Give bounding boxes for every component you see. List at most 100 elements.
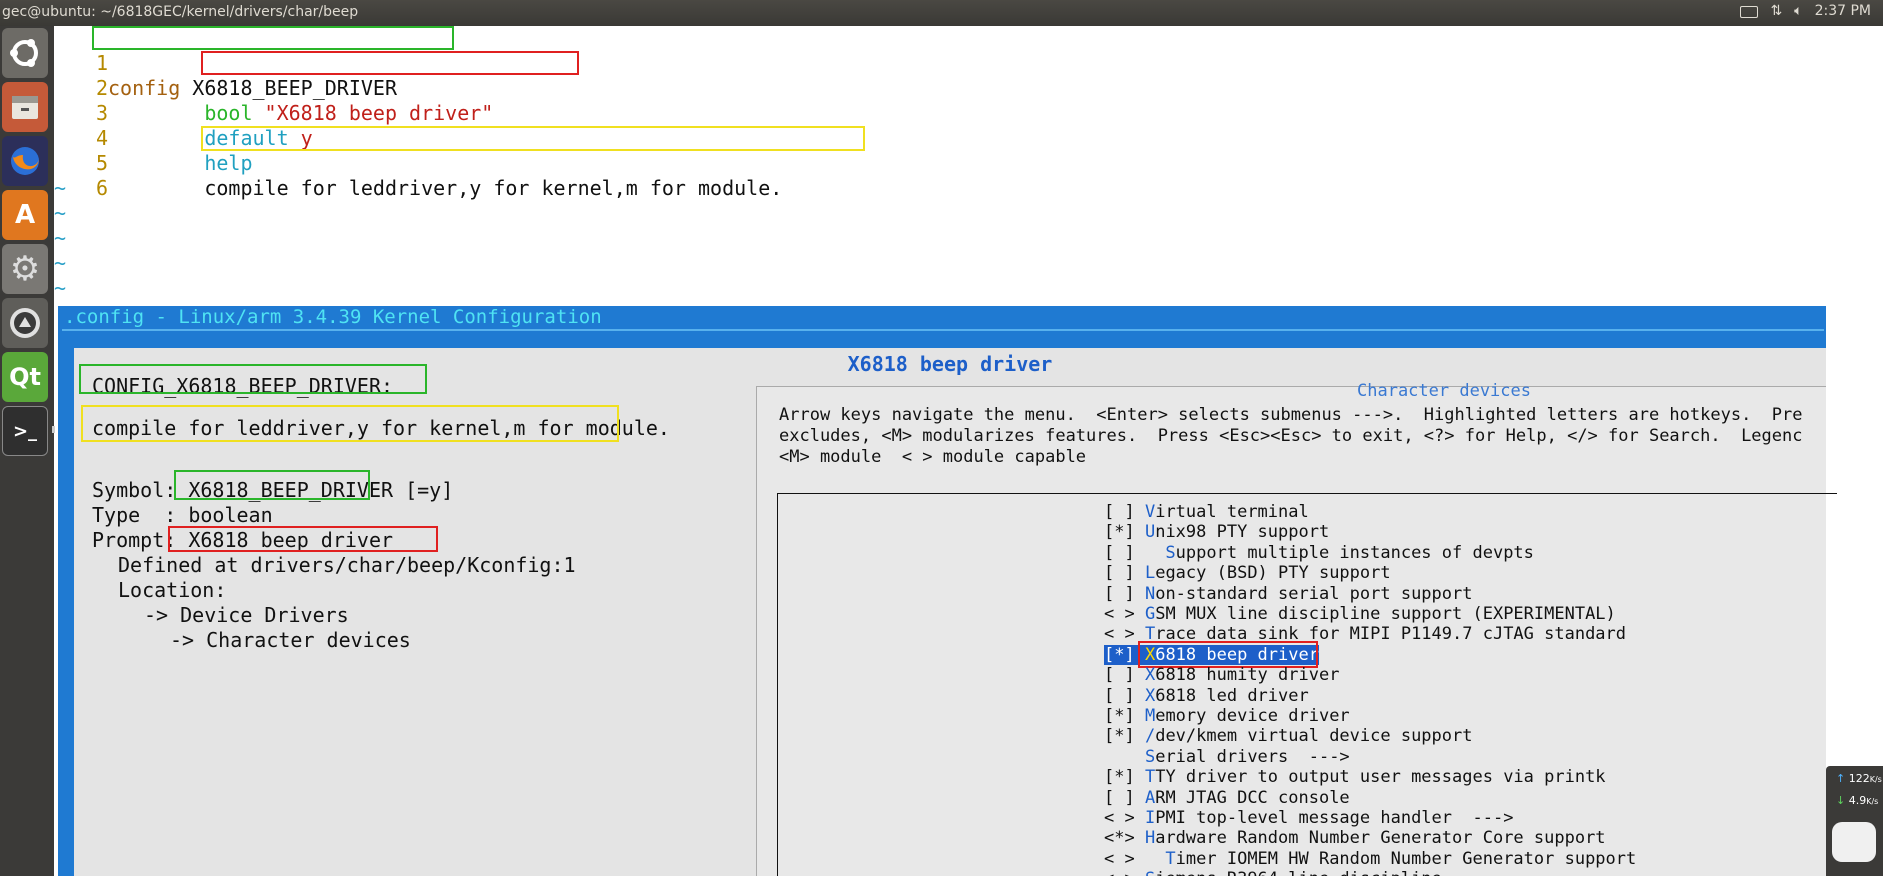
- annotation-box-green: [174, 470, 370, 500]
- menu-item-label: 6818 humity driver: [1155, 665, 1340, 686]
- menu-item-hotkey: I: [1144, 808, 1156, 828]
- network-icon[interactable]: ⇅: [1770, 3, 1782, 19]
- menu-item[interactable]: < > IPMI top-level message handler --->: [1104, 808, 1513, 828]
- keyword-help: help: [204, 151, 253, 175]
- menu-item-state: [1104, 747, 1145, 767]
- software-center-button[interactable]: A: [2, 190, 48, 240]
- menu-item-hotkey: M: [1144, 706, 1156, 726]
- file-cabinet-icon: [2, 82, 48, 132]
- menu-item-state: [ ]: [1104, 665, 1145, 686]
- terminal-button[interactable]: >_: [2, 406, 48, 456]
- title-rule: [62, 329, 1824, 331]
- menu-item-state: [*]: [1104, 767, 1145, 788]
- menu-item[interactable]: [*] Memory device driver: [1104, 706, 1350, 726]
- volume-icon[interactable]: 🔈︎: [1794, 3, 1802, 19]
- location-item: -> Character devices: [170, 628, 411, 652]
- annotation-box-yellow: [201, 126, 865, 151]
- menu-item-label: PMI top-level message handler --->: [1155, 808, 1514, 828]
- menu-item[interactable]: [*] /dev/kmem virtual device support: [1104, 726, 1472, 746]
- menu-item[interactable]: <*> Hardware Random Number Generator Cor…: [1104, 828, 1606, 848]
- updater-icon: [2, 298, 48, 348]
- defined-at: Defined at drivers/char/beep/Kconfig:1: [118, 553, 576, 577]
- instructions-line: Arrow keys navigate the menu. <Enter> se…: [779, 405, 1803, 425]
- help-dialog[interactable]: Character devices Arrow keys navigate th…: [74, 348, 1837, 876]
- menu-list[interactable]: [ ] Virtual terminal [*] Unix98 PTY suppo…: [777, 493, 1837, 876]
- menu-item-state: [ ]: [1104, 685, 1145, 706]
- menu-item[interactable]: [ ] X6818 led driver: [1104, 686, 1309, 706]
- empty-line-marker: ~: [54, 276, 67, 300]
- qt-icon: Qt: [9, 363, 41, 391]
- menu-item[interactable]: < > Timer IOMEM HW Random Number Generat…: [1104, 849, 1636, 869]
- shopping-bag-icon: A: [14, 200, 36, 230]
- menu-item[interactable]: [ ] Non-standard serial port support: [1104, 584, 1472, 604]
- type-line: Type : boolean: [92, 503, 273, 527]
- dialog-title-text: X6818 beep driver: [837, 352, 1063, 376]
- menu-item-label: egacy (BSD) PTY support: [1155, 563, 1391, 584]
- menu-item-hotkey: L: [1144, 563, 1156, 584]
- files-button[interactable]: [2, 82, 48, 132]
- annotation-box-yellow: [81, 405, 619, 442]
- menu-item-hotkey: H: [1144, 828, 1156, 849]
- menu-item-hotkey: /: [1144, 726, 1156, 747]
- menu-item-state: [ ]: [1104, 563, 1145, 584]
- menu-item[interactable]: [*] Unix98 PTY support: [1104, 522, 1329, 542]
- menu-item[interactable]: [ ] ARM JTAG DCC console: [1104, 788, 1350, 808]
- menu-panel[interactable]: Character devices Arrow keys navigate th…: [756, 381, 1837, 876]
- menu-item-hotkey: U: [1144, 522, 1156, 543]
- empty-line-marker: ~: [54, 176, 67, 200]
- up-arrow-icon: ↑: [1836, 772, 1846, 785]
- launcher: A ⚙ Qt >_: [0, 26, 55, 876]
- menu-item-state: [ ]: [1104, 583, 1145, 604]
- editor-line-5: 5 compile for leddriver,y for kernel,m f…: [54, 126, 782, 200]
- download-value: 4.9: [1848, 794, 1867, 807]
- menuconfig-terminal[interactable]: .config - Linux/arm 3.4.39 Kernel Config…: [58, 306, 1837, 876]
- editor-line-3: 3 default y: [54, 76, 313, 150]
- menu-item-hotkey: N: [1144, 583, 1156, 604]
- menu-item[interactable]: [ ] X6818 humity driver: [1104, 665, 1339, 685]
- firefox-button[interactable]: [2, 136, 48, 186]
- menu-item[interactable]: [*] TTY driver to output user messages v…: [1104, 767, 1606, 787]
- menu-item-hotkey: S: [1165, 542, 1176, 563]
- terminal-icon: >_: [12, 420, 38, 442]
- keyword-bool: bool: [204, 101, 253, 125]
- menu-item-state: < >: [1104, 604, 1145, 624]
- menu-item-state: [ ]: [1104, 542, 1166, 563]
- system-settings-button[interactable]: ⚙: [2, 244, 48, 294]
- ubuntu-dash-button[interactable]: [2, 28, 48, 78]
- clock[interactable]: 2:37 PM: [1815, 3, 1871, 19]
- ubuntu-logo-icon: [2, 28, 48, 78]
- menu-item-hotkey: G: [1144, 604, 1156, 624]
- menu-item-hotkey: S: [1144, 746, 1156, 767]
- menu-item-state: [ ]: [1104, 787, 1145, 808]
- menu-item-state: < >: [1104, 808, 1145, 828]
- menu-item-state: <*>: [1104, 828, 1145, 849]
- vim-editor[interactable]: 1 config X6818_BEEP_DRIVER 2 bool "X6818…: [54, 26, 1883, 310]
- menu-panel-title: Character devices: [1357, 381, 1531, 401]
- floating-widget[interactable]: [1832, 822, 1876, 862]
- menu-item-hotkey: X: [1144, 685, 1156, 706]
- window-title: gec@ubuntu: ~/6818GEC/kernel/drivers/cha…: [2, 4, 359, 20]
- menu-item[interactable]: < > Siemens R3964 line discipline: [1104, 869, 1442, 876]
- menu-item[interactable]: [ ] Virtual terminal: [1104, 502, 1309, 522]
- download-speed: ↓ 4.9K/s: [1836, 794, 1878, 807]
- menu-item-hotkey: S: [1145, 869, 1155, 876]
- software-updater-button[interactable]: [2, 298, 48, 348]
- instructions-line: <M> module < > module capable: [779, 447, 1087, 467]
- menu-item[interactable]: [ ] Legacy (BSD) PTY support: [1104, 563, 1391, 583]
- menu-item[interactable]: < > GSM MUX line discipline support (EXP…: [1104, 604, 1616, 624]
- menu-item-label: SM MUX line discipline support (EXPERIME…: [1155, 604, 1616, 624]
- annotation-box-red: [201, 51, 579, 75]
- menu-item[interactable]: [ ] Support multiple instances of devpts: [1104, 543, 1534, 563]
- system-tray: ⇅ 🔈︎ 2:37 PM: [1740, 3, 1871, 19]
- menu-item-selected[interactable]: [*] X6818 beep driver: [1104, 640, 1319, 668]
- qt-creator-button[interactable]: Qt: [2, 352, 48, 402]
- menu-item-state: < >: [1104, 848, 1166, 869]
- keyboard-icon[interactable]: [1740, 6, 1759, 18]
- menu-item-label: emory device driver: [1155, 706, 1350, 726]
- menu-item[interactable]: Serial drivers --->: [1104, 747, 1350, 767]
- menu-item-label: ardware Random Number Generator Core sup…: [1155, 828, 1606, 849]
- location-label: Location:: [118, 578, 227, 602]
